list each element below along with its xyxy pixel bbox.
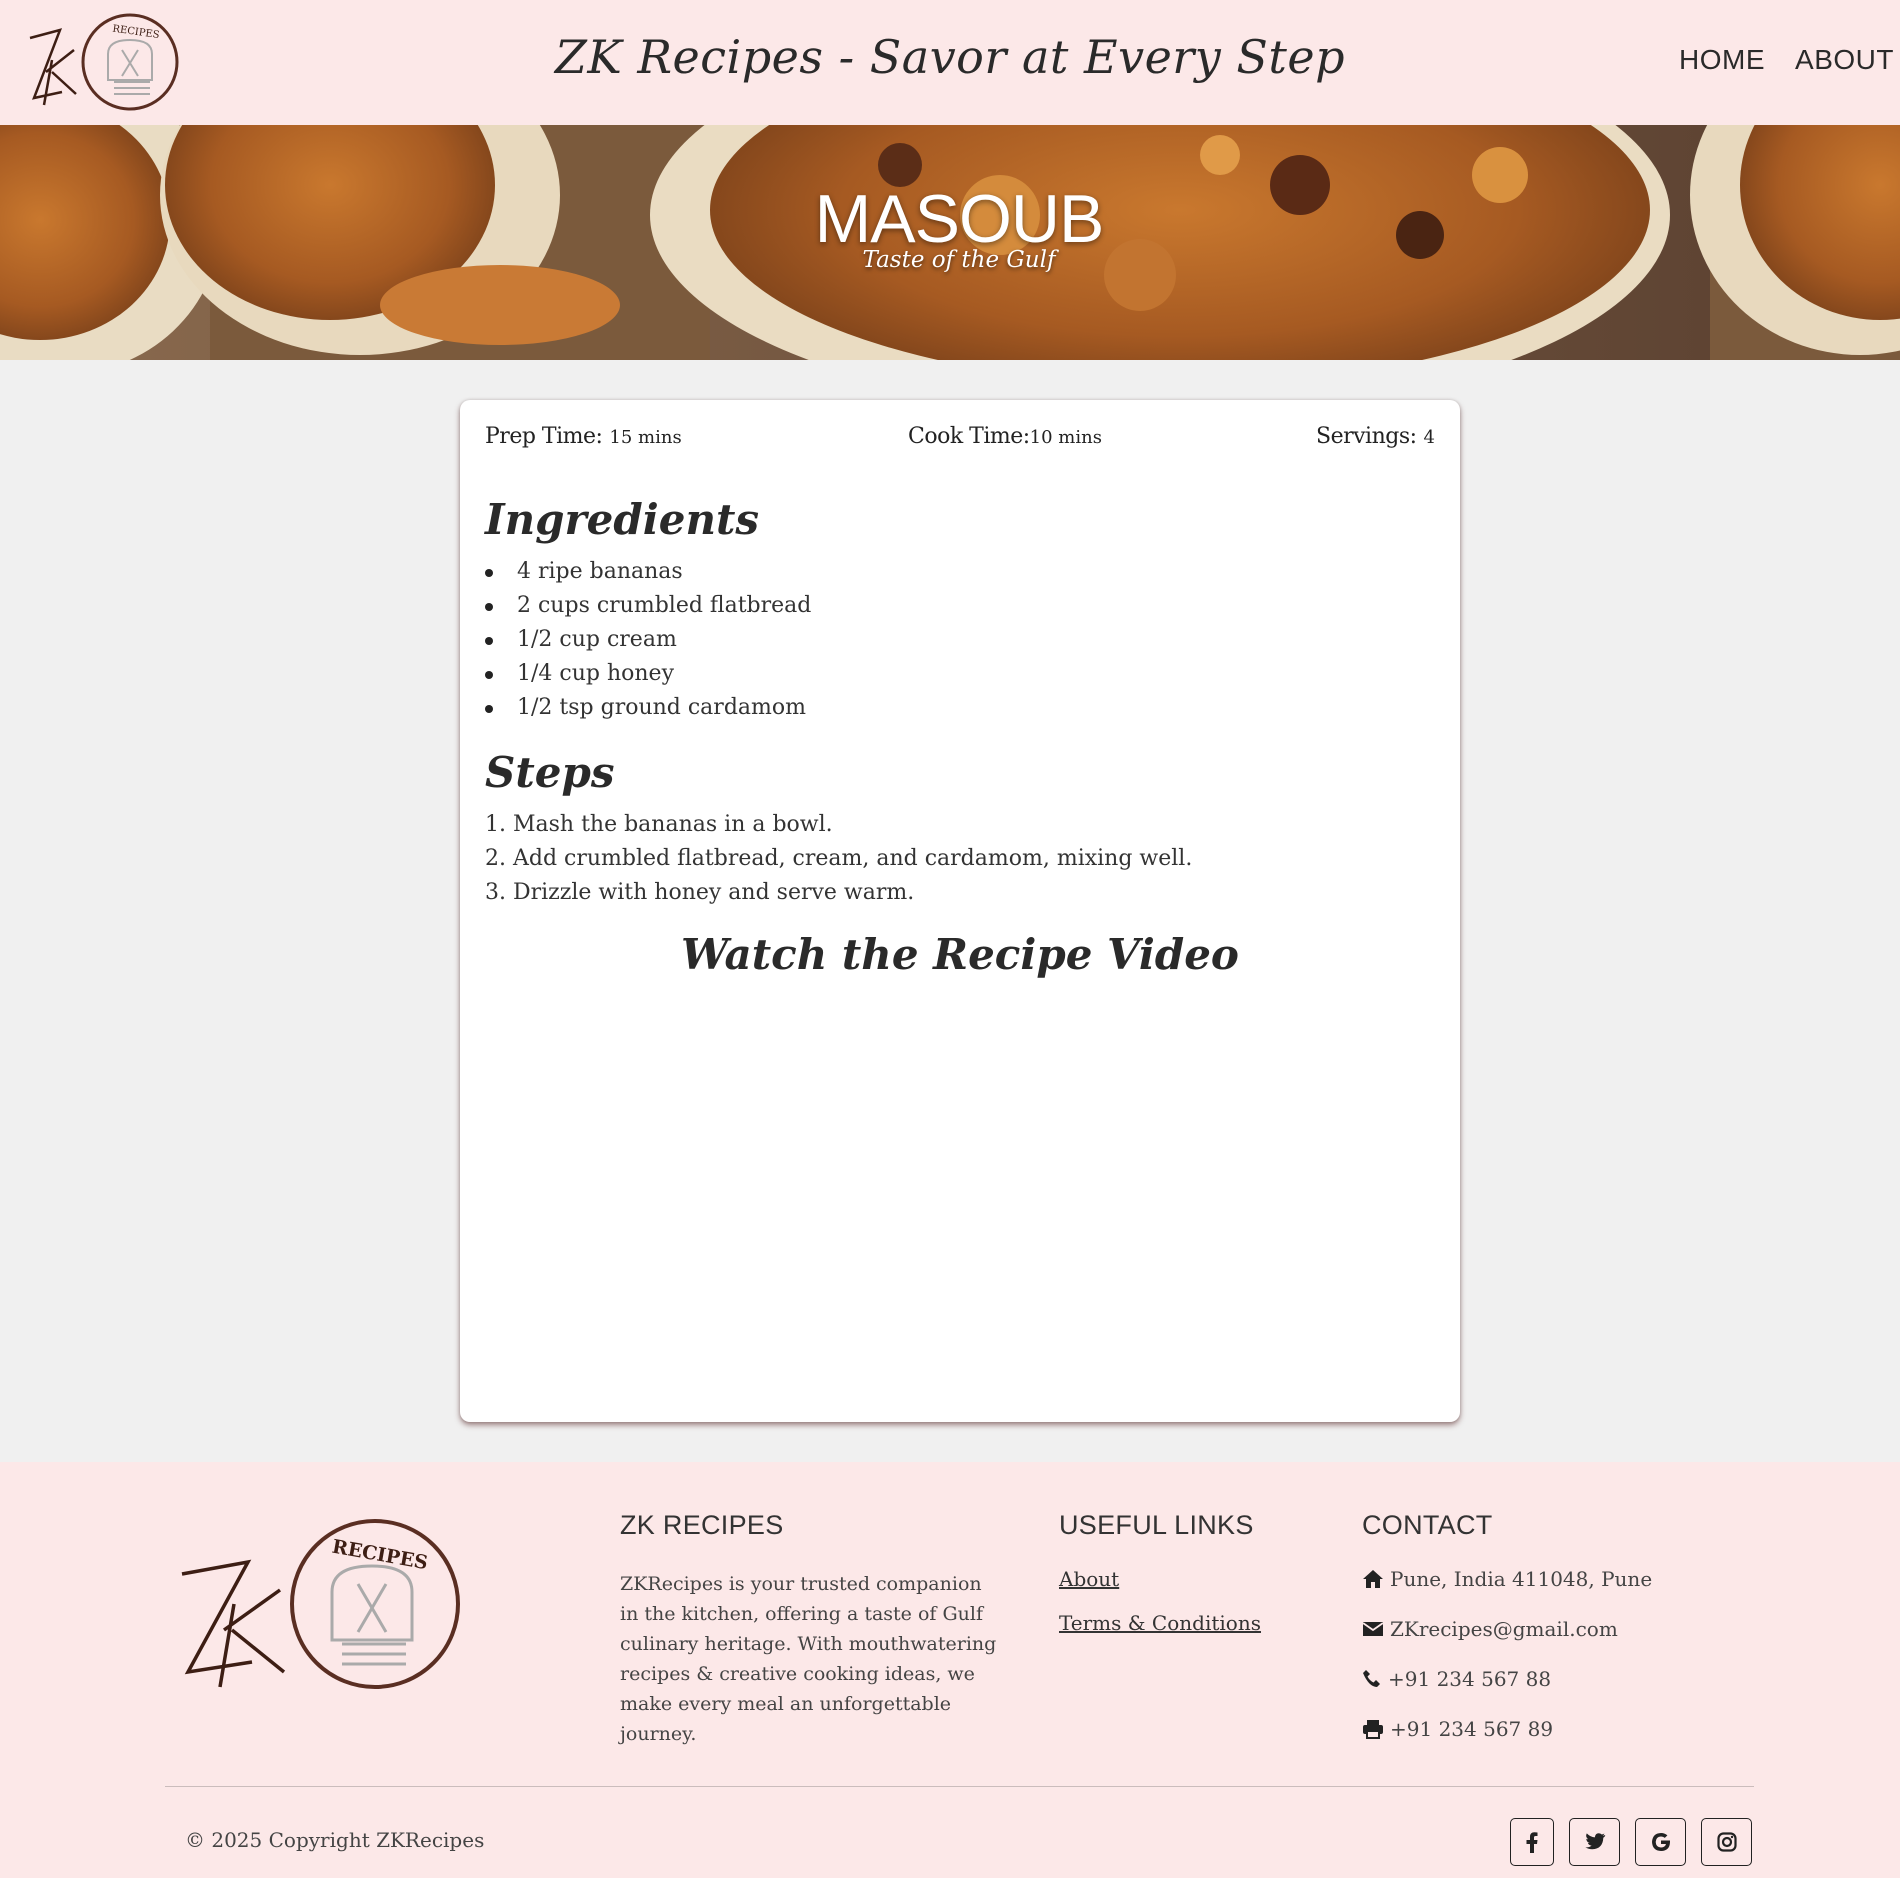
footer-contact-heading: CONTACT (1362, 1510, 1493, 1540)
list-item: 1/4 cup honey (485, 657, 811, 691)
instagram-icon (1716, 1832, 1737, 1852)
instagram-button[interactable] (1701, 1818, 1752, 1866)
steps-list: 1. Mash the bananas in a bowl. 2. Add cr… (485, 808, 1192, 910)
contact-email: ZKrecipes@gmail.com (1362, 1617, 1652, 1641)
google-icon (1651, 1833, 1670, 1851)
footer-terms-link[interactable]: Terms & Conditions (1059, 1611, 1261, 1635)
cook-time-label: Cook Time: (908, 424, 1030, 449)
twitter-icon (1584, 1833, 1605, 1850)
hero-banner: MASOUB Taste of the Gulf (0, 125, 1900, 360)
footer-links: USEFUL LINKS About Terms & Conditions (1059, 1510, 1261, 1635)
prep-time: Prep Time: 15 mins (485, 424, 682, 449)
list-item: 4 ripe bananas (485, 555, 811, 589)
footer-links-heading: USEFUL LINKS (1059, 1510, 1254, 1540)
contact-address: Pune, India 411048, Pune (1362, 1567, 1652, 1591)
list-item: 1/2 tsp ground cardamom (485, 691, 811, 725)
cook-time: Cook Time:10 mins (908, 424, 1102, 449)
list-item: 2 cups crumbled flatbread (485, 589, 811, 623)
copyright-text: © 2025 Copyright ZKRecipes (185, 1828, 485, 1852)
prep-time-value: 15 mins (609, 427, 682, 448)
servings-label: Servings: (1316, 424, 1417, 449)
footer-brand-heading: ZK RECIPES (620, 1510, 784, 1540)
list-item: 2. Add crumbled flatbread, cream, and ca… (485, 846, 1193, 871)
contact-address-text: Pune, India 411048, Pune (1390, 1567, 1653, 1591)
nav-about-link[interactable]: ABOUT (1795, 44, 1894, 76)
facebook-button[interactable] (1510, 1818, 1554, 1866)
contact-fax: +91 234 567 89 (1362, 1717, 1652, 1741)
recipe-subtitle: Taste of the Gulf (862, 247, 1056, 273)
footer-contact: CONTACT Pune, India 411048, Pune ZKrecip… (1362, 1510, 1652, 1741)
footer-about: ZK RECIPES ZKRecipes is your trusted com… (620, 1510, 1000, 1749)
servings-value: 4 (1423, 427, 1435, 448)
prep-time-label: Prep Time: (485, 424, 603, 449)
contact-email-text: ZKrecipes@gmail.com (1390, 1617, 1618, 1641)
cook-time-value: 10 mins (1029, 427, 1102, 448)
recipe-card: Prep Time: 15 mins Cook Time:10 mins Ser… (460, 400, 1460, 1422)
ingredients-heading: Ingredients (485, 495, 760, 544)
site-footer: RECIPES ZK RECIPES ZKRecipes is your tru… (0, 1462, 1900, 1878)
home-icon (1363, 1570, 1383, 1588)
footer-about-link[interactable]: About (1059, 1567, 1261, 1591)
site-header: RECIPES ZK Recipes - Savor at Every Step… (0, 0, 1900, 125)
list-item: 1/2 cup cream (485, 623, 811, 657)
steps-heading: Steps (485, 748, 615, 797)
contact-phone: +91 234 567 88 (1362, 1667, 1652, 1691)
twitter-button[interactable] (1569, 1818, 1620, 1866)
list-item: 3. Drizzle with honey and serve warm. (485, 880, 915, 905)
footer-divider (165, 1786, 1754, 1787)
site-title: ZK Recipes - Savor at Every Step (554, 30, 1346, 84)
video-heading: Watch the Recipe Video (681, 930, 1239, 979)
main-nav: HOME ABOUT (1679, 44, 1894, 76)
printer-icon (1363, 1720, 1383, 1739)
servings: Servings: 4 (1316, 424, 1435, 449)
list-item: 1. Mash the bananas in a bowl. (485, 812, 833, 837)
google-button[interactable] (1635, 1818, 1686, 1866)
footer-brand-text: ZKRecipes is your trusted companion in t… (620, 1573, 997, 1745)
phone-icon (1363, 1670, 1380, 1687)
nav-home-link[interactable]: HOME (1679, 44, 1765, 76)
envelope-icon (1362, 1622, 1384, 1636)
contact-fax-text: +91 234 567 89 (1390, 1717, 1554, 1741)
facebook-icon (1526, 1832, 1538, 1853)
footer-logo-text: RECIPES (330, 1536, 429, 1574)
contact-phone-text: +91 234 567 88 (1388, 1667, 1552, 1691)
ingredients-list: 4 ripe bananas 2 cups crumbled flatbread… (485, 555, 811, 725)
footer-logo[interactable]: RECIPES (180, 1512, 465, 1702)
social-links (1510, 1818, 1752, 1866)
